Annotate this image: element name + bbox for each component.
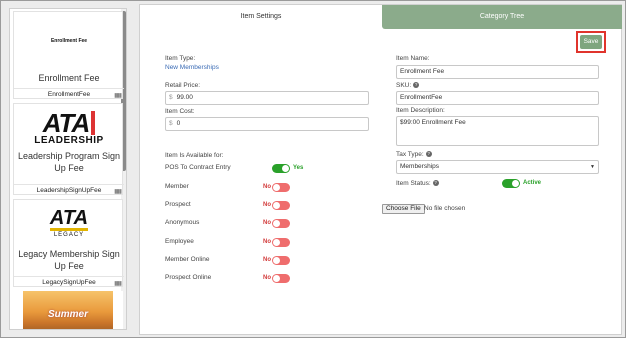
toggle-prospect[interactable] — [272, 201, 290, 210]
availability-label: Item Is Available for: — [165, 152, 224, 159]
toggle-knob — [273, 275, 280, 282]
item-settings-panel: Item Settings Category Tree Save Item Ty… — [139, 4, 622, 335]
product-sku-text: LegacySignUpFee — [42, 279, 96, 286]
toggle-knob — [282, 165, 289, 172]
tax-type-label: Tax Type:? — [396, 151, 432, 158]
product-image-text: Summer — [47, 308, 88, 320]
availability-prospect-label: Prospect — [165, 201, 191, 208]
toggle-knob — [512, 180, 519, 187]
tax-type-label-text: Tax Type: — [396, 151, 424, 158]
tab-item-settings[interactable]: Item Settings — [140, 5, 382, 29]
product-name: Leadership Program Sign Up Fee — [17, 151, 121, 173]
toggle-member[interactable] — [272, 183, 290, 192]
item-cost-label: Item Cost: — [165, 108, 195, 115]
availability-prospect-online-label: Prospect Online — [165, 274, 212, 281]
choose-file-button[interactable]: Choose File — [382, 204, 425, 214]
tax-type-select[interactable]: Memberships ▼ — [396, 160, 599, 174]
help-icon[interactable]: ? — [432, 180, 439, 187]
no-file-label: No file chosen — [424, 205, 466, 212]
toggle-pos-contract[interactable] — [272, 164, 290, 173]
product-logo: ATA LEADERSHIP — [14, 108, 124, 148]
availability-pos-label: POS To Contract Entry — [165, 164, 231, 171]
toggle-knob — [273, 202, 280, 209]
save-button[interactable]: Save — [580, 35, 602, 49]
toggle-prospect-online[interactable] — [272, 274, 290, 283]
currency-symbol: $ — [169, 120, 173, 127]
availability-member-label: Member — [165, 183, 189, 190]
toggle-member-online[interactable] — [272, 256, 290, 265]
item-status-label-text: Item Status: — [396, 180, 431, 187]
description-textarea[interactable]: $99:00 Enrollment Fee — [396, 116, 599, 146]
toggle-employee[interactable] — [272, 238, 290, 247]
availability-member-online-label: Member Online — [165, 256, 210, 263]
item-name-input[interactable]: Enrollment Fee — [396, 65, 599, 79]
product-sku-text: EnrollmentFee — [47, 91, 91, 98]
product-logo: ATA LEGACY — [14, 206, 124, 242]
product-sku: EnrollmentFee ▮▮▮ — [14, 88, 124, 99]
availability-employee-label: Employee — [165, 238, 194, 245]
dropdown-arrow-icon: ▼ — [590, 164, 595, 170]
product-image: Summer — [23, 291, 113, 329]
toggle-status: No — [263, 184, 271, 190]
logo-subtitle: LEADERSHIP — [34, 134, 104, 146]
sku-input[interactable]: EnrollmentFee — [396, 91, 599, 105]
help-icon[interactable]: ? — [425, 151, 432, 158]
toggle-status: No — [263, 239, 271, 245]
barcode-icon: ▮▮▮ — [114, 93, 122, 99]
sku-label-text: SKU: — [396, 82, 412, 89]
toggle-anonymous[interactable] — [272, 219, 290, 228]
product-card[interactable]: Summer — [13, 291, 123, 329]
product-sku: LegacySignUpFee ▮▮▮ — [14, 276, 124, 287]
toggle-status: Yes — [293, 165, 304, 171]
currency-symbol: $ — [169, 94, 173, 101]
logo-subtitle: LEGACY — [53, 232, 85, 238]
item-status-value: Active — [523, 180, 542, 186]
barcode-icon: ▮▮▮ — [114, 281, 122, 287]
product-card[interactable]: Enrollment Fee Enrollment Fee Enrollment… — [13, 11, 124, 99]
toggle-knob — [273, 220, 280, 227]
product-image-text: Enrollment Fee — [50, 38, 88, 44]
product-card[interactable]: ATA LEADERSHIP Leadership Program Sign U… — [13, 103, 124, 195]
product-sku-text: LeadershipSignUpFee — [36, 187, 102, 194]
product-name: Legacy Membership Sign Up Fee — [18, 249, 120, 271]
product-image: Enrollment Fee — [14, 12, 124, 70]
barcode-icon: ▮▮▮ — [114, 189, 122, 195]
sku-label: SKU:? — [396, 82, 420, 89]
toggle-knob — [273, 239, 280, 246]
ata-logo-icon: ATA — [49, 207, 89, 231]
item-type-link[interactable]: New Memberships — [165, 64, 219, 71]
toggle-status: No — [263, 257, 271, 263]
availability-anonymous-label: Anonymous — [165, 219, 200, 226]
toggle-status: No — [263, 275, 271, 281]
retail-price-label: Retail Price: — [165, 82, 201, 89]
app-frame: Enrollment Fee Enrollment Fee Enrollment… — [0, 0, 626, 338]
product-list: Enrollment Fee Enrollment Fee Enrollment… — [9, 8, 127, 330]
item-type-label: Item Type: — [165, 55, 196, 62]
toggle-knob — [273, 257, 280, 264]
retail-price-input[interactable]: $99.00 — [165, 91, 369, 105]
item-status-toggle[interactable] — [502, 179, 520, 188]
ata-logo-icon: ATA — [43, 110, 96, 136]
product-card[interactable]: ATA LEGACY Legacy Membership Sign Up Fee… — [13, 199, 124, 287]
retail-price-value: 99.00 — [176, 94, 193, 101]
toggle-status: No — [263, 220, 271, 226]
item-status-label: Item Status:? — [396, 180, 439, 187]
item-cost-value: 0 — [176, 120, 181, 127]
help-icon[interactable]: ? — [413, 82, 420, 89]
product-sku: LeadershipSignUpFee ▮▮▮ — [14, 184, 124, 195]
description-label: Item Description: — [396, 107, 445, 114]
toggle-knob — [273, 184, 280, 191]
tax-type-value: Memberships — [400, 163, 440, 170]
item-name-label: Item Name: — [396, 55, 430, 62]
save-button-highlight: Save — [576, 31, 606, 53]
product-name: Enrollment Fee — [38, 73, 100, 83]
item-cost-input[interactable]: $0 — [165, 117, 369, 131]
toggle-status: No — [263, 202, 271, 208]
tab-category-tree[interactable]: Category Tree — [382, 5, 622, 29]
